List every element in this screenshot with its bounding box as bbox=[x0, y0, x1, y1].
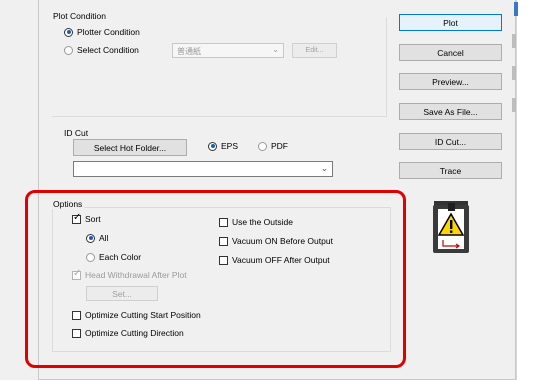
edit-button[interactable]: Edit... bbox=[292, 43, 337, 58]
chevron-down-icon: ⌄ bbox=[272, 45, 279, 54]
plotter-condition-label: Plotter Condition bbox=[77, 27, 140, 37]
pdf-label: PDF bbox=[271, 141, 288, 151]
cancel-button[interactable]: Cancel bbox=[399, 44, 502, 61]
id-cut-label: ID Cut bbox=[64, 128, 89, 138]
plot-condition-legend: Plot Condition bbox=[51, 11, 108, 21]
id-cut-button[interactable]: ID Cut... bbox=[399, 133, 502, 150]
hot-folder-path-combo[interactable]: ⌄ bbox=[73, 161, 333, 177]
right-edge-tab[interactable] bbox=[512, 98, 516, 112]
eps-option[interactable]: EPS bbox=[208, 141, 238, 151]
select-hot-folder-button[interactable]: Select Hot Folder... bbox=[73, 139, 187, 156]
right-edge-tab[interactable] bbox=[512, 66, 516, 80]
preview-button[interactable]: Preview... bbox=[399, 73, 502, 90]
chevron-down-icon: ⌄ bbox=[320, 163, 328, 173]
select-condition-radio[interactable] bbox=[64, 45, 73, 55]
select-condition-label: Select Condition bbox=[77, 45, 139, 55]
select-condition-option[interactable]: Select Condition bbox=[64, 45, 139, 55]
eps-label: EPS bbox=[221, 141, 239, 151]
plotter-condition-radio[interactable] bbox=[64, 27, 73, 37]
plotter-warning-icon bbox=[430, 199, 472, 255]
right-edge-strip bbox=[516, 0, 533, 380]
condition-select-value: 普通紙 bbox=[177, 47, 201, 56]
plotter-condition-option[interactable]: Plotter Condition bbox=[64, 27, 140, 37]
pdf-radio[interactable] bbox=[258, 141, 267, 151]
plot-button[interactable]: Plot bbox=[399, 14, 502, 31]
eps-radio[interactable] bbox=[208, 141, 217, 151]
trace-button[interactable]: Trace bbox=[399, 162, 502, 179]
condition-select[interactable]: 普通紙 ⌄ bbox=[172, 43, 284, 58]
right-edge-tab[interactable] bbox=[512, 34, 516, 48]
right-edge-tab[interactable] bbox=[514, 2, 518, 16]
highlight-annotation bbox=[25, 190, 406, 368]
save-as-file-button[interactable]: Save As File... bbox=[399, 103, 502, 120]
pdf-option[interactable]: PDF bbox=[258, 141, 288, 151]
